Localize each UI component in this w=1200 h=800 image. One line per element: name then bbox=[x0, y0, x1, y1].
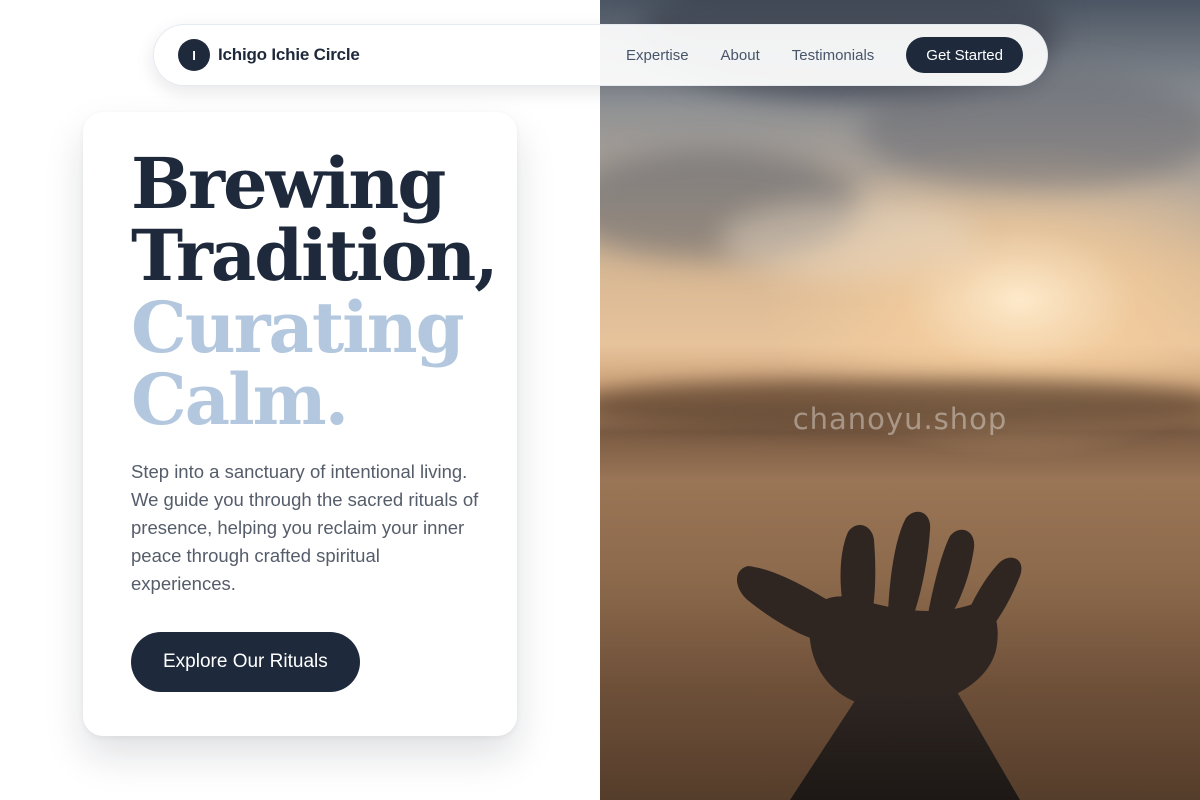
headline-line: Tradition, bbox=[131, 214, 499, 297]
nav-link-testimonials[interactable]: Testimonials bbox=[792, 47, 875, 64]
nav-links: Expertise About Testimonials Get Started bbox=[626, 37, 1023, 73]
nav-link-expertise[interactable]: Expertise bbox=[626, 47, 689, 64]
get-started-button[interactable]: Get Started bbox=[906, 37, 1023, 73]
headline-accent-line: Calm. bbox=[131, 358, 349, 441]
explore-rituals-button[interactable]: Explore Our Rituals bbox=[131, 632, 360, 692]
nav-link-about[interactable]: About bbox=[721, 47, 760, 64]
headline-line: Brewing bbox=[131, 142, 446, 225]
hand-silhouette bbox=[736, 511, 1022, 800]
headline-accent-line: Curating bbox=[131, 286, 465, 369]
top-navbar: I Ichigo Ichie Circle Expertise About Te… bbox=[153, 24, 1048, 86]
sleeve-shape bbox=[790, 690, 1020, 800]
hero-photo bbox=[600, 0, 1200, 800]
hero-card: Brewing Tradition, Curating Calm. Step i… bbox=[83, 112, 517, 736]
watermark-text: chanoyu.shop bbox=[792, 402, 1008, 436]
hero-headline: Brewing Tradition, Curating Calm. bbox=[131, 148, 517, 436]
logo-letter: I bbox=[192, 47, 196, 63]
brand-name[interactable]: Ichigo Ichie Circle bbox=[218, 45, 360, 65]
hero-description: Step into a sanctuary of intentional liv… bbox=[131, 461, 479, 594]
logo-icon[interactable]: I bbox=[178, 39, 210, 71]
